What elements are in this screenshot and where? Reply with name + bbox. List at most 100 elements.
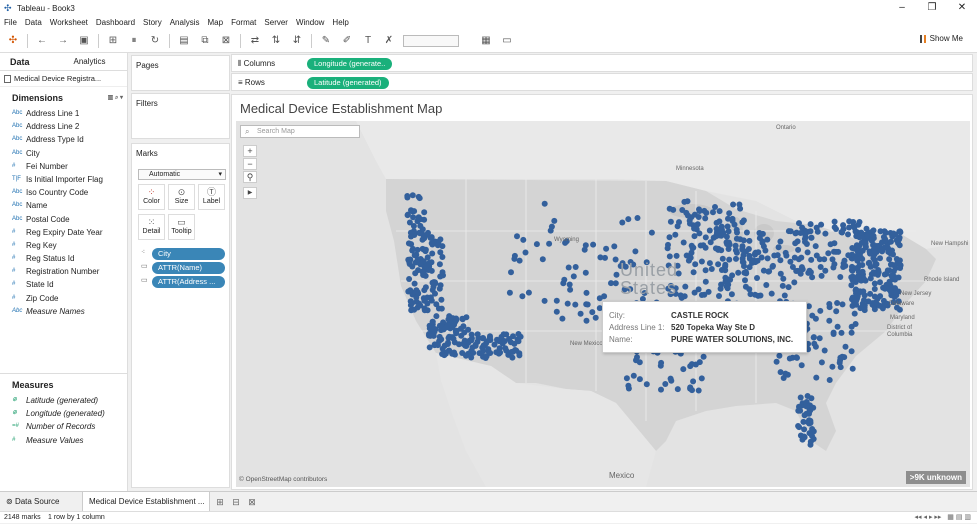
sort-descending-icon[interactable]: ⇵ xyxy=(290,34,304,48)
menu-analysis[interactable]: Analysis xyxy=(170,18,200,27)
map-point[interactable] xyxy=(670,206,677,213)
map-point[interactable] xyxy=(634,354,640,361)
map-point[interactable] xyxy=(570,273,577,280)
color-button[interactable]: ⁘ Color xyxy=(138,184,165,210)
map-point[interactable] xyxy=(421,272,428,279)
map-point[interactable] xyxy=(817,264,824,270)
map-point[interactable] xyxy=(584,301,591,308)
map-point[interactable] xyxy=(848,282,855,289)
map-point[interactable] xyxy=(553,308,560,315)
map-point[interactable] xyxy=(433,301,440,308)
map-point[interactable] xyxy=(759,230,766,237)
map-point[interactable] xyxy=(729,215,736,222)
map-point[interactable] xyxy=(415,193,422,200)
map-point[interactable] xyxy=(826,301,833,307)
map-point[interactable] xyxy=(855,221,862,228)
new-worksheet-icon[interactable]: ⊞ xyxy=(214,496,226,508)
map-point[interactable] xyxy=(781,292,788,299)
field-item[interactable]: # Measure Values xyxy=(0,434,127,447)
map-point[interactable] xyxy=(520,236,527,243)
map-point[interactable] xyxy=(582,269,589,276)
map-point[interactable] xyxy=(829,256,836,263)
map-point[interactable] xyxy=(411,280,418,287)
zoom-out-button[interactable]: − xyxy=(243,158,257,170)
menu-dashboard[interactable]: Dashboard xyxy=(96,18,135,27)
map-point[interactable] xyxy=(818,272,825,279)
map-point[interactable] xyxy=(408,241,415,248)
presentation-icon[interactable]: ▭ xyxy=(500,34,514,48)
map-point[interactable] xyxy=(548,223,555,230)
map-point[interactable] xyxy=(590,241,597,248)
minimize-icon[interactable]: – xyxy=(887,0,917,16)
map-point[interactable] xyxy=(695,214,702,220)
field-item[interactable]: Abc Address Line 2 xyxy=(0,120,127,133)
map-point[interactable] xyxy=(833,248,839,255)
tab-analytics[interactable]: Analytics xyxy=(64,53,128,70)
map-point[interactable] xyxy=(702,278,709,285)
map-point[interactable] xyxy=(724,285,731,292)
map-point[interactable] xyxy=(702,234,709,241)
map-point[interactable] xyxy=(437,236,444,243)
map-point[interactable] xyxy=(648,229,655,236)
map-point[interactable] xyxy=(582,242,589,249)
map-point[interactable] xyxy=(601,293,608,300)
map-point[interactable] xyxy=(667,218,674,225)
map-point[interactable] xyxy=(613,271,620,278)
expand-toolbar-icon[interactable]: ▶ xyxy=(243,187,257,199)
map-point[interactable] xyxy=(716,218,723,225)
field-item[interactable]: # Reg Status Id xyxy=(0,252,127,265)
map-point[interactable] xyxy=(443,324,450,331)
map-point[interactable] xyxy=(831,218,838,225)
save-icon[interactable]: ▣ xyxy=(77,34,91,48)
map-point[interactable] xyxy=(666,253,673,260)
map-point[interactable] xyxy=(408,207,414,214)
map-point[interactable] xyxy=(695,286,702,293)
map-point[interactable] xyxy=(634,215,641,221)
map-point[interactable] xyxy=(872,262,878,269)
map-point[interactable] xyxy=(810,404,817,411)
map-point[interactable] xyxy=(774,252,781,259)
map-point[interactable] xyxy=(777,257,784,264)
map-point[interactable] xyxy=(846,224,853,231)
map-point[interactable] xyxy=(541,200,548,207)
show-me-button[interactable]: Show Me xyxy=(919,34,963,43)
map-point[interactable] xyxy=(837,357,844,364)
map-point[interactable] xyxy=(421,307,428,314)
map-point[interactable] xyxy=(746,237,753,244)
map-point[interactable] xyxy=(763,282,770,288)
map-point[interactable] xyxy=(566,281,573,288)
map-point[interactable] xyxy=(798,254,805,261)
map-point[interactable] xyxy=(812,315,819,322)
menu-server[interactable]: Server xyxy=(264,18,288,27)
map-point[interactable] xyxy=(725,246,732,252)
map-point[interactable] xyxy=(417,216,424,223)
map-point[interactable] xyxy=(797,407,804,414)
map-point[interactable] xyxy=(867,275,874,282)
map-point[interactable] xyxy=(508,269,514,276)
map-point[interactable] xyxy=(848,329,855,336)
map-point[interactable] xyxy=(731,221,738,228)
map-point[interactable] xyxy=(816,256,823,263)
map-point[interactable] xyxy=(775,244,782,251)
map-point[interactable] xyxy=(777,238,784,245)
field-item[interactable]: Abc Address Line 1 xyxy=(0,107,127,120)
map-point[interactable] xyxy=(802,238,808,245)
map-point[interactable] xyxy=(789,264,796,270)
detail-button[interactable]: ⁙ Detail xyxy=(138,214,165,240)
map-point[interactable] xyxy=(567,286,574,293)
map-point[interactable] xyxy=(804,249,811,256)
map-point[interactable] xyxy=(592,314,599,321)
menu-map[interactable]: Map xyxy=(208,18,224,27)
map-point[interactable] xyxy=(857,250,863,257)
map-point[interactable] xyxy=(684,198,691,205)
map-point[interactable] xyxy=(729,272,736,279)
map-point[interactable] xyxy=(733,226,740,233)
map-point[interactable] xyxy=(842,343,849,350)
zoom-in-button[interactable]: + xyxy=(243,145,257,157)
map-point[interactable] xyxy=(553,297,560,304)
mark-pill-address[interactable]: ATTR(Address ... xyxy=(152,276,225,288)
map-point[interactable] xyxy=(886,280,893,287)
unknown-indicator[interactable]: >9K unknown xyxy=(905,471,966,484)
map-point[interactable] xyxy=(787,258,794,265)
map-point[interactable] xyxy=(572,301,579,308)
